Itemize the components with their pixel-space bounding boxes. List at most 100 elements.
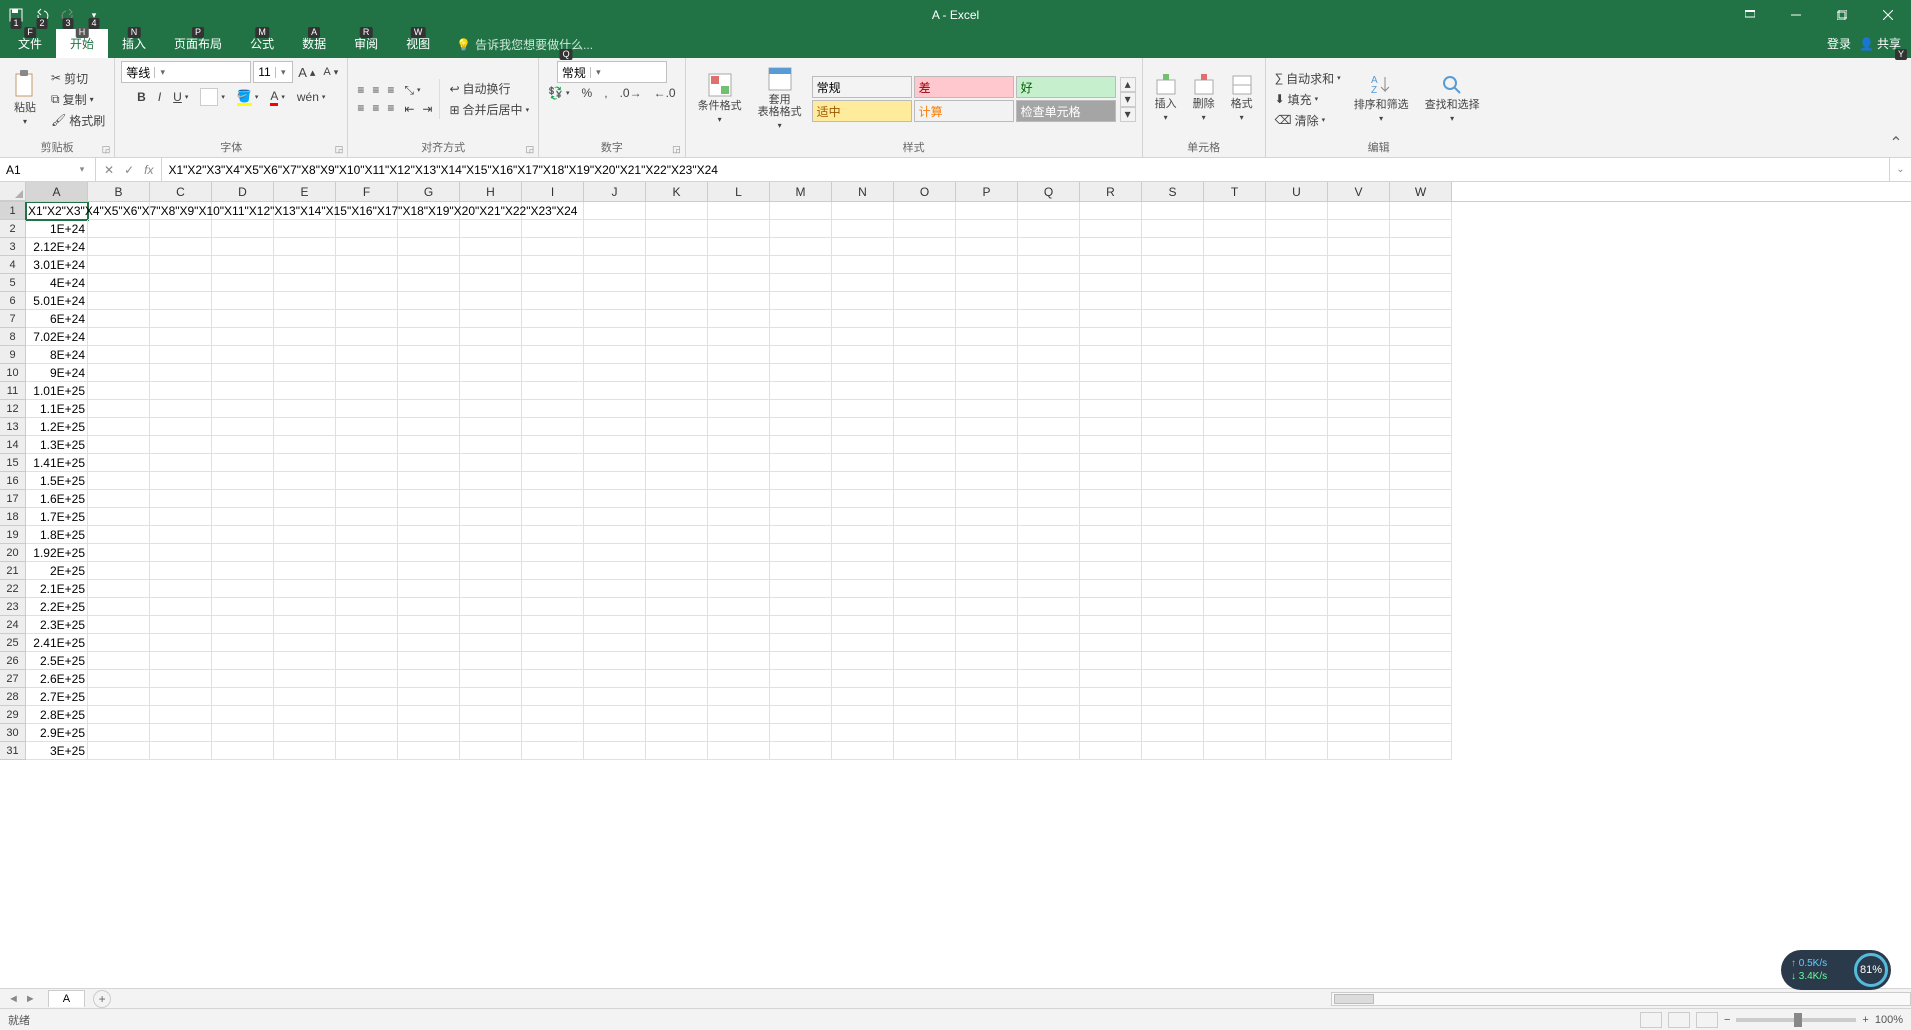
cell-U28[interactable] (1266, 688, 1328, 706)
cell-V26[interactable] (1328, 652, 1390, 670)
cell-D20[interactable] (212, 544, 274, 562)
bold-button[interactable]: B (134, 89, 149, 105)
cell-D11[interactable] (212, 382, 274, 400)
cell-A27[interactable]: 2.6E+25 (26, 670, 88, 688)
cell-P18[interactable] (956, 508, 1018, 526)
cell-H6[interactable] (460, 292, 522, 310)
cell-E8[interactable] (274, 328, 336, 346)
cell-Q8[interactable] (1018, 328, 1080, 346)
cell-C23[interactable] (150, 598, 212, 616)
cell-B1[interactable] (88, 202, 150, 220)
cell-R7[interactable] (1080, 310, 1142, 328)
cell-F28[interactable] (336, 688, 398, 706)
cell-P21[interactable] (956, 562, 1018, 580)
cell-R21[interactable] (1080, 562, 1142, 580)
cell-M19[interactable] (770, 526, 832, 544)
cell-H18[interactable] (460, 508, 522, 526)
cell-D3[interactable] (212, 238, 274, 256)
cell-D9[interactable] (212, 346, 274, 364)
cell-R13[interactable] (1080, 418, 1142, 436)
cell-A13[interactable]: 1.2E+25 (26, 418, 88, 436)
cell-R26[interactable] (1080, 652, 1142, 670)
cell-N3[interactable] (832, 238, 894, 256)
cell-F27[interactable] (336, 670, 398, 688)
cell-G18[interactable] (398, 508, 460, 526)
cell-B19[interactable] (88, 526, 150, 544)
cell-H24[interactable] (460, 616, 522, 634)
cell-B31[interactable] (88, 742, 150, 760)
cell-F22[interactable] (336, 580, 398, 598)
cell-E18[interactable] (274, 508, 336, 526)
cell-W25[interactable] (1390, 634, 1452, 652)
column-header-W[interactable]: W (1390, 182, 1452, 201)
cell-U19[interactable] (1266, 526, 1328, 544)
cell-T24[interactable] (1204, 616, 1266, 634)
cell-W7[interactable] (1390, 310, 1452, 328)
cell-I30[interactable] (522, 724, 584, 742)
cell-U24[interactable] (1266, 616, 1328, 634)
cell-H9[interactable] (460, 346, 522, 364)
cell-V27[interactable] (1328, 670, 1390, 688)
cell-T18[interactable] (1204, 508, 1266, 526)
cell-Q5[interactable] (1018, 274, 1080, 292)
dialog-launcher-icon[interactable]: ◲ (102, 144, 111, 155)
cell-I4[interactable] (522, 256, 584, 274)
cell-R16[interactable] (1080, 472, 1142, 490)
cell-T27[interactable] (1204, 670, 1266, 688)
cell-style-check[interactable]: 检查单元格 (1016, 100, 1116, 122)
align-center-button[interactable]: ≡ (369, 100, 382, 116)
cell-O14[interactable] (894, 436, 956, 454)
cell-T25[interactable] (1204, 634, 1266, 652)
cell-style-good[interactable]: 好 (1016, 76, 1116, 98)
cell-W13[interactable] (1390, 418, 1452, 436)
cell-Q3[interactable] (1018, 238, 1080, 256)
cell-E28[interactable] (274, 688, 336, 706)
horizontal-scrollbar[interactable] (1331, 992, 1911, 1006)
cell-A4[interactable]: 3.01E+24 (26, 256, 88, 274)
cell-I5[interactable] (522, 274, 584, 292)
cell-Q13[interactable] (1018, 418, 1080, 436)
cell-I2[interactable] (522, 220, 584, 238)
cell-M11[interactable] (770, 382, 832, 400)
cell-G23[interactable] (398, 598, 460, 616)
insert-cells-button[interactable]: 插入▾ (1149, 72, 1183, 126)
cell-P15[interactable] (956, 454, 1018, 472)
cell-N10[interactable] (832, 364, 894, 382)
cell-J19[interactable] (584, 526, 646, 544)
cell-Q21[interactable] (1018, 562, 1080, 580)
cell-F17[interactable] (336, 490, 398, 508)
cell-A21[interactable]: 2E+25 (26, 562, 88, 580)
cell-S3[interactable] (1142, 238, 1204, 256)
cell-I27[interactable] (522, 670, 584, 688)
cell-W6[interactable] (1390, 292, 1452, 310)
row-header[interactable]: 21 (0, 562, 26, 580)
cell-P6[interactable] (956, 292, 1018, 310)
expand-formula-bar-button[interactable]: ⌄ (1889, 158, 1911, 181)
cell-L11[interactable] (708, 382, 770, 400)
cell-M2[interactable] (770, 220, 832, 238)
zoom-out-button[interactable]: − (1724, 1014, 1730, 1026)
cell-D24[interactable] (212, 616, 274, 634)
cell-A3[interactable]: 2.12E+24 (26, 238, 88, 256)
zoom-level[interactable]: 100% (1875, 1014, 1903, 1026)
cell-J23[interactable] (584, 598, 646, 616)
cell-V30[interactable] (1328, 724, 1390, 742)
cell-Q2[interactable] (1018, 220, 1080, 238)
cell-M13[interactable] (770, 418, 832, 436)
cell-F24[interactable] (336, 616, 398, 634)
cell-V31[interactable] (1328, 742, 1390, 760)
cell-V18[interactable] (1328, 508, 1390, 526)
cell-T31[interactable] (1204, 742, 1266, 760)
cell-G14[interactable] (398, 436, 460, 454)
cell-N14[interactable] (832, 436, 894, 454)
cell-T14[interactable] (1204, 436, 1266, 454)
cell-K6[interactable] (646, 292, 708, 310)
cell-H26[interactable] (460, 652, 522, 670)
cell-H11[interactable] (460, 382, 522, 400)
cell-P13[interactable] (956, 418, 1018, 436)
cell-B30[interactable] (88, 724, 150, 742)
cell-V24[interactable] (1328, 616, 1390, 634)
cell-F25[interactable] (336, 634, 398, 652)
cell-K30[interactable] (646, 724, 708, 742)
cell-V6[interactable] (1328, 292, 1390, 310)
